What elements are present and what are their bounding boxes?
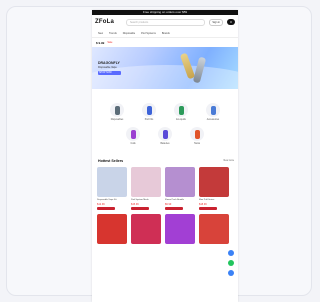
- product-grid: Disposable Vape Kit $12.99 Pod System Mesh…: [92, 167, 238, 244]
- product-image[interactable]: [131, 167, 161, 197]
- nav-item[interactable]: Trends: [109, 32, 117, 35]
- chat-icon[interactable]: [228, 250, 234, 256]
- product-card[interactable]: Flavor Pack Bundle $9.99: [165, 167, 195, 210]
- category-item[interactable]: Accessories: [204, 103, 222, 121]
- product-image[interactable]: [199, 213, 229, 244]
- category-image: [126, 127, 140, 141]
- category-label: Tanks: [194, 143, 200, 145]
- promo-row: $ 9.99 Sale: [92, 38, 238, 47]
- add-to-cart-button[interactable]: [131, 206, 149, 210]
- category-item[interactable]: Tanks: [188, 127, 206, 145]
- banner-cta[interactable]: SHOP NOW: [98, 71, 121, 75]
- category-image: [142, 103, 156, 117]
- banner-subtitle: Disposable Vape: [98, 66, 117, 69]
- product-price: $18.99: [199, 202, 207, 206]
- view-more-link[interactable]: View more: [223, 160, 234, 162]
- nav-item[interactable]: New: [98, 32, 103, 35]
- product-card[interactable]: [199, 213, 229, 244]
- add-to-cart-button[interactable]: [97, 206, 115, 210]
- product-price: $12.99: [97, 202, 105, 206]
- category-label: E-Liquids: [176, 119, 186, 121]
- product-name[interactable]: Max Puff Series: [199, 199, 229, 202]
- category-item[interactable]: E-Liquids: [172, 103, 190, 121]
- announcement-text: Free shipping on orders over $59: [142, 10, 188, 14]
- category-label: Coils: [130, 143, 136, 145]
- product-price: $9.99: [165, 202, 172, 206]
- category-item[interactable]: Disposables: [108, 103, 126, 121]
- scroll-top-icon[interactable]: [228, 270, 234, 276]
- category-label: Batteries: [160, 143, 170, 145]
- product-image[interactable]: [131, 213, 161, 244]
- product-card[interactable]: Disposable Vape Kit $12.99: [97, 167, 127, 210]
- category-image: [110, 103, 124, 117]
- product-card[interactable]: [97, 213, 127, 244]
- product-image[interactable]: [97, 213, 127, 244]
- product-card[interactable]: Max Puff Series $18.99: [199, 167, 229, 210]
- search-input[interactable]: Search products: [126, 18, 206, 26]
- product-card[interactable]: [165, 213, 195, 244]
- web-page-preview: Free shipping on orders over $59 ZFoLa S…: [92, 10, 238, 302]
- category-grid: Disposables Pod Kits E-Liquids Accessories C…: [92, 89, 238, 149]
- nav-item[interactable]: Pod Systems: [141, 32, 156, 35]
- category-label: Pod Kits: [144, 119, 154, 121]
- category-label: Accessories: [206, 119, 220, 121]
- product-image[interactable]: [165, 213, 195, 244]
- product-card[interactable]: [131, 213, 161, 244]
- category-item[interactable]: Pod Kits: [140, 103, 158, 121]
- whatsapp-icon[interactable]: [228, 260, 234, 266]
- add-to-cart-button[interactable]: [165, 206, 183, 210]
- promo-price: $ 9.99: [96, 40, 105, 45]
- nav-item[interactable]: Disposable: [123, 32, 135, 35]
- category-image: [158, 127, 172, 141]
- add-to-cart-button[interactable]: [199, 206, 217, 210]
- hero-banner[interactable]: DRAGONFLY Disposable Vape SHOP NOW: [92, 47, 238, 89]
- section-header: Hottest Sellers View more: [92, 149, 238, 167]
- banner-title: DRAGONFLY: [98, 61, 120, 65]
- category-image: [206, 103, 220, 117]
- category-image: [174, 103, 188, 117]
- product-name[interactable]: Flavor Pack Bundle: [165, 199, 195, 202]
- product-name[interactable]: Disposable Vape Kit: [97, 199, 127, 202]
- cart-icon[interactable]: 0: [227, 19, 235, 25]
- promo-tag: Sale: [107, 41, 113, 44]
- nav-item[interactable]: Brands: [162, 32, 170, 35]
- product-image[interactable]: [97, 167, 127, 197]
- category-label: Disposables: [110, 119, 124, 121]
- section-title: Hottest Sellers: [98, 159, 124, 163]
- product-image[interactable]: [199, 167, 229, 197]
- site-logo[interactable]: ZFoLa: [95, 19, 114, 25]
- main-nav: New Trends Disposable Pod Systems Brands: [92, 29, 238, 38]
- product-name[interactable]: Pod System Mesh: [131, 199, 161, 202]
- product-card[interactable]: Pod System Mesh $15.99: [131, 167, 161, 210]
- category-image: [190, 127, 204, 141]
- sign-in-button[interactable]: Sign in: [209, 18, 223, 26]
- product-price: $15.99: [131, 202, 139, 206]
- category-item[interactable]: Coils: [124, 127, 142, 145]
- site-header: ZFoLa Search products Sign in 0: [92, 15, 238, 29]
- product-image[interactable]: [165, 167, 195, 197]
- category-item[interactable]: Batteries: [156, 127, 174, 145]
